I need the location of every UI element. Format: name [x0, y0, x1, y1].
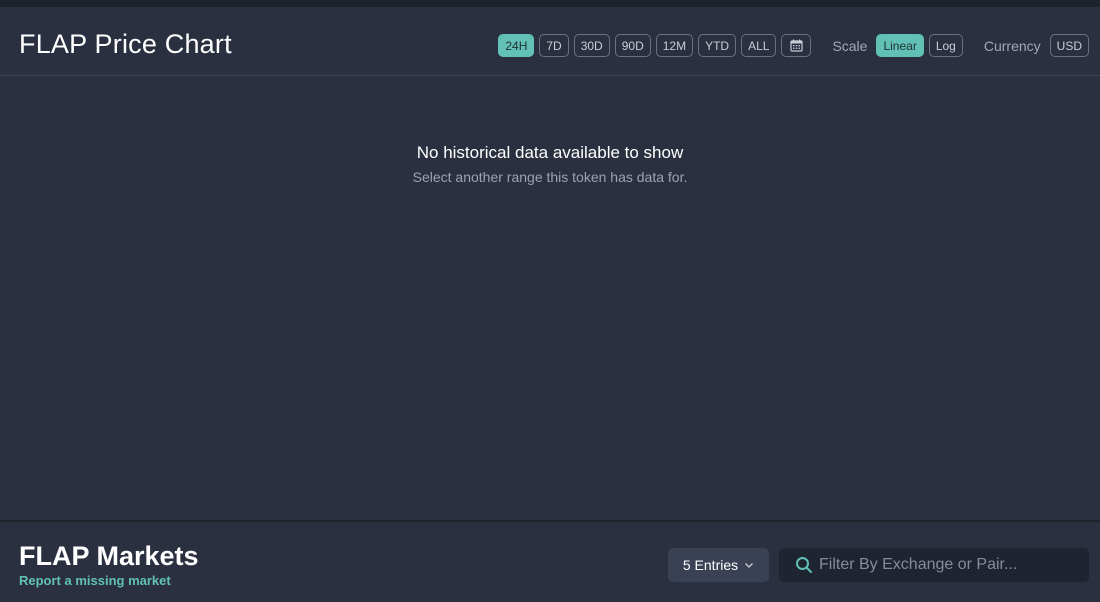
- range-90d-button[interactable]: 90D: [614, 34, 651, 57]
- currency-usd-button[interactable]: USD: [1049, 34, 1089, 57]
- market-search-input[interactable]: [813, 548, 1089, 582]
- markets-title: FLAP Markets: [19, 541, 199, 571]
- chart-controls: 24H 7D 30D 90D 12M YTD ALL Scale Linear …: [493, 34, 1089, 57]
- markets-section: FLAP Markets Report a missing market 5 E…: [0, 522, 1100, 602]
- chart-title: FLAP Price Chart: [19, 29, 232, 59]
- range-30d-button[interactable]: 30D: [573, 34, 610, 57]
- calendar-icon: [790, 39, 803, 52]
- calendar-button[interactable]: [781, 34, 812, 57]
- top-bar: [0, 0, 1100, 7]
- entries-dropdown[interactable]: 5 Entries: [668, 548, 769, 582]
- chart-empty-state: No historical data available to show Sel…: [0, 143, 1100, 185]
- chevron-down-icon: [745, 563, 754, 568]
- range-24h-button[interactable]: 24H: [498, 34, 535, 57]
- range-ytd-button[interactable]: YTD: [698, 34, 737, 57]
- report-missing-market-link[interactable]: Report a missing market: [19, 573, 171, 588]
- scale-log-button[interactable]: Log: [928, 34, 963, 57]
- currency-label: Currency: [983, 37, 1041, 54]
- scale-label: Scale: [832, 37, 868, 54]
- market-search-box: [779, 548, 1089, 582]
- range-12m-button[interactable]: 12M: [655, 34, 694, 57]
- range-all-button[interactable]: ALL: [741, 34, 777, 57]
- search-icon: [796, 557, 812, 573]
- empty-state-title: No historical data available to show: [416, 143, 684, 162]
- chart-header: FLAP Price Chart 24H 7D 30D 90D 12M YTD …: [0, 7, 1100, 76]
- entries-label: 5 Entries: [682, 557, 739, 573]
- range-7d-button[interactable]: 7D: [539, 34, 569, 57]
- scale-linear-button[interactable]: Linear: [876, 34, 924, 57]
- price-chart-panel: FLAP Price Chart 24H 7D 30D 90D 12M YTD …: [0, 7, 1100, 520]
- empty-state-subtitle: Select another range this token has data…: [412, 169, 688, 185]
